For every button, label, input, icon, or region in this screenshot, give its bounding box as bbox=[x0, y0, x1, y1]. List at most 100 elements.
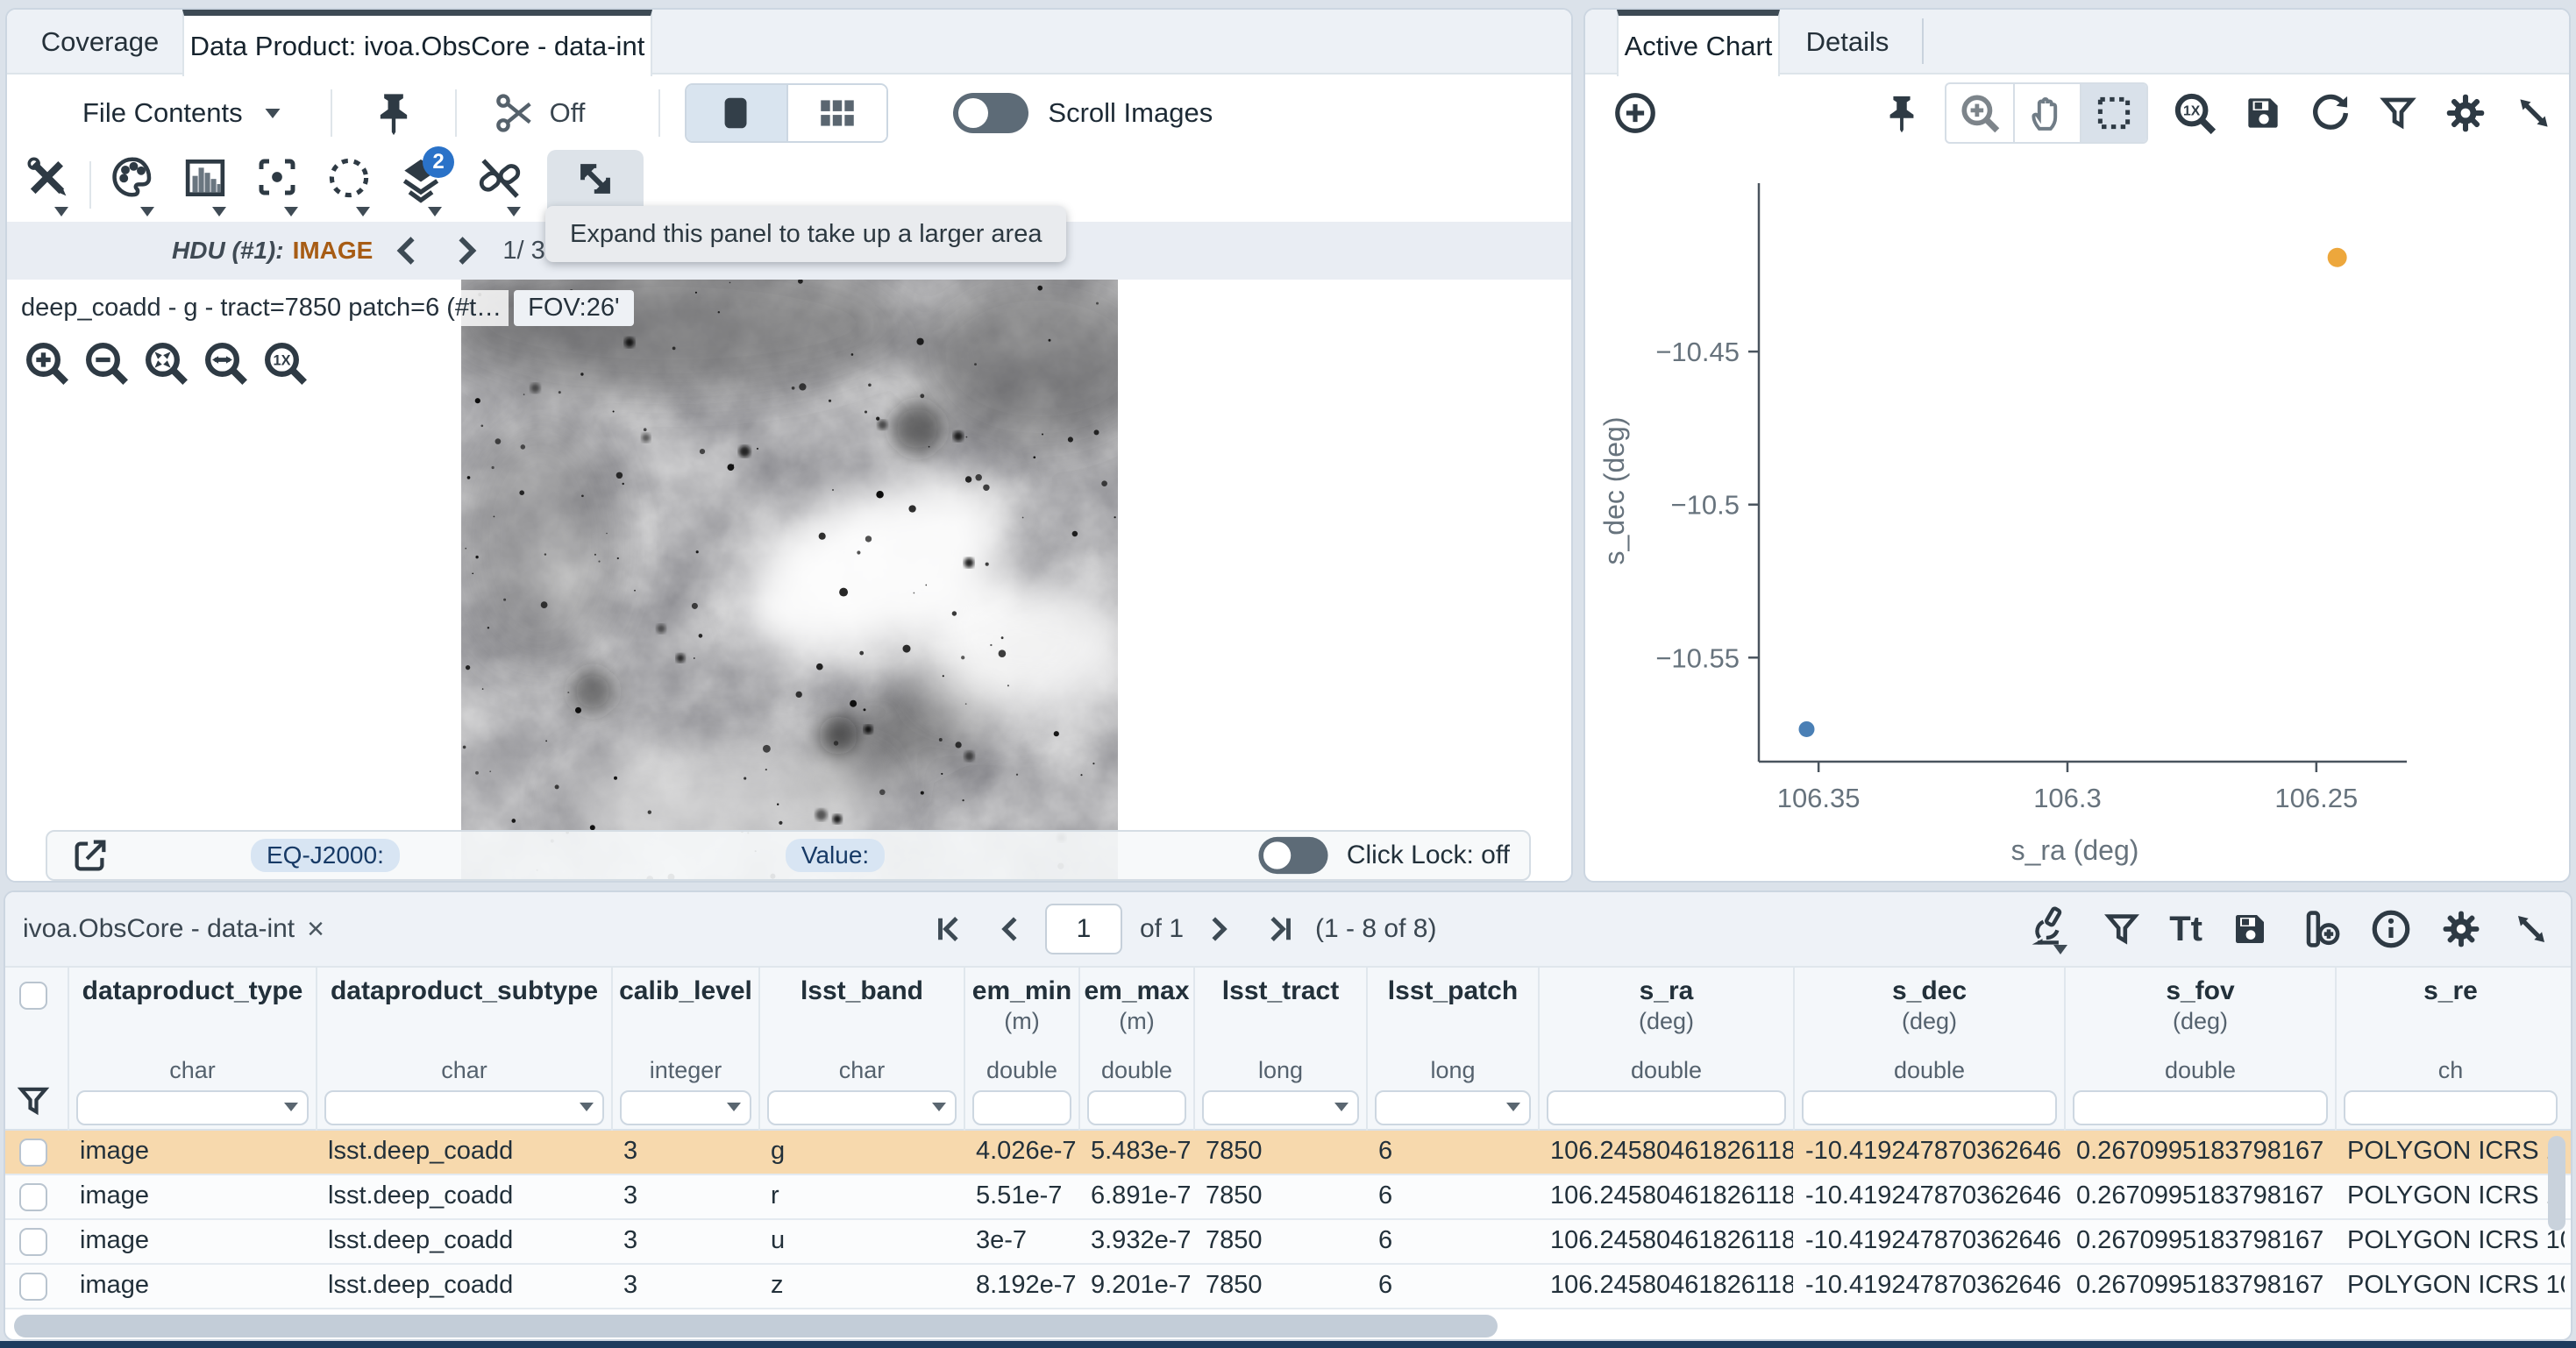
grid-view-button[interactable] bbox=[786, 85, 886, 141]
crop-off-label[interactable]: Off bbox=[550, 97, 586, 129]
pin-icon[interactable] bbox=[371, 88, 416, 138]
tools-icon[interactable] bbox=[19, 150, 75, 220]
row-checkbox[interactable] bbox=[19, 1228, 47, 1256]
chart-point-table-data[interactable] bbox=[1799, 721, 1815, 737]
column-header-em_max[interactable]: em_max(m)double bbox=[1078, 968, 1193, 1131]
select-mode-icon[interactable] bbox=[2080, 84, 2146, 142]
row-checkbox[interactable] bbox=[19, 1139, 47, 1167]
click-lock-toggle[interactable] bbox=[1258, 837, 1327, 874]
hdu-next-icon[interactable] bbox=[446, 231, 485, 270]
cell-lsst_tract: 7850 bbox=[1193, 1220, 1366, 1265]
filter-s_dec[interactable] bbox=[1802, 1090, 2057, 1125]
cell-lsst_patch: 6 bbox=[1366, 1131, 1538, 1175]
zoom-fill-icon[interactable] bbox=[198, 336, 253, 390]
info-icon[interactable] bbox=[2369, 907, 2413, 951]
astronomical-image[interactable] bbox=[461, 280, 1118, 881]
filter-row-icon[interactable] bbox=[14, 1082, 53, 1120]
tab-active-chart[interactable]: Active Chart bbox=[1617, 10, 1780, 76]
image-viewer[interactable]: deep_coadd - g - tract=7850 patch=6 (#t…… bbox=[7, 280, 1571, 881]
table-row[interactable]: imagelsst.deep_coadd3g4.026e-75.483e-778… bbox=[5, 1131, 2571, 1175]
restore-icon[interactable] bbox=[2308, 90, 2353, 136]
horizontal-scrollbar[interactable] bbox=[14, 1315, 1498, 1337]
hdu-prev-icon[interactable] bbox=[388, 231, 427, 270]
page-next-icon[interactable] bbox=[1201, 912, 1235, 946]
table-row[interactable]: imagelsst.deep_coadd3u3e-73.932e-7785061… bbox=[5, 1220, 2571, 1265]
single-view-button[interactable] bbox=[687, 85, 786, 141]
scroll-images-toggle[interactable] bbox=[953, 93, 1028, 133]
filter-lsst_tract[interactable] bbox=[1202, 1090, 1359, 1125]
tab-data-product[interactable]: Data Product: ivoa.ObsCore - data-int bbox=[182, 10, 652, 76]
column-header-s_ra[interactable]: s_ra(deg)double bbox=[1538, 968, 1793, 1131]
scatter-chart[interactable]: −10.45−10.5−10.55106.35106.3106.25s_ra (… bbox=[1585, 148, 2569, 879]
zoom-in-icon[interactable] bbox=[19, 336, 74, 390]
file-contents-dropdown[interactable]: File Contents bbox=[82, 97, 243, 129]
tab-coverage[interactable]: Coverage bbox=[19, 10, 181, 74]
table-row[interactable]: imagelsst.deep_coadd3z8.192e-79.201e-778… bbox=[5, 1265, 2571, 1309]
histogram-stretch-icon[interactable] bbox=[177, 150, 233, 220]
row-checkbox[interactable] bbox=[19, 1183, 47, 1211]
expand-table-icon[interactable] bbox=[2509, 907, 2553, 951]
page-first-icon[interactable] bbox=[931, 911, 968, 947]
column-header-s_fov[interactable]: s_fov(deg)double bbox=[2064, 968, 2335, 1131]
column-header-dataproduct_subtype[interactable]: dataproduct_subtypechar bbox=[316, 968, 611, 1131]
save-icon[interactable] bbox=[2241, 91, 2285, 135]
column-header-em_min[interactable]: em_min(m)double bbox=[964, 968, 1078, 1131]
expand-chart-icon[interactable] bbox=[2511, 90, 2557, 136]
settings-gear-icon[interactable] bbox=[2439, 907, 2483, 951]
zoom-1x-icon[interactable] bbox=[258, 336, 312, 390]
page-last-icon[interactable] bbox=[1261, 911, 1298, 947]
add-column-icon[interactable] bbox=[2297, 906, 2343, 952]
filter-lsst_patch[interactable] bbox=[1375, 1090, 1531, 1125]
select-region-icon[interactable] bbox=[321, 150, 377, 220]
save-icon[interactable] bbox=[2229, 908, 2271, 950]
page-number-input[interactable] bbox=[1045, 904, 1122, 954]
filter-icon[interactable] bbox=[2101, 908, 2143, 950]
row-checkbox[interactable] bbox=[19, 1273, 47, 1301]
column-header-calib_level[interactable]: calib_levelinteger bbox=[611, 968, 758, 1131]
filter-s_ra[interactable] bbox=[1547, 1090, 1786, 1125]
zoom-fit-icon[interactable] bbox=[139, 336, 193, 390]
layers-icon[interactable]: 2 bbox=[393, 150, 449, 220]
settings-gear-icon[interactable] bbox=[2443, 90, 2488, 136]
pin-icon[interactable] bbox=[1882, 90, 1922, 136]
zoom-original-icon[interactable] bbox=[2171, 89, 2218, 137]
column-header-dataproduct_type[interactable]: dataproduct_typechar bbox=[68, 968, 316, 1131]
cell-dataproduct_subtype: lsst.deep_coadd bbox=[316, 1175, 611, 1220]
zoom-out-icon[interactable] bbox=[79, 336, 133, 390]
inspect-icon[interactable] bbox=[2022, 900, 2074, 958]
vertical-scrollbar[interactable] bbox=[2548, 1136, 2565, 1231]
unlink-wcs-icon[interactable] bbox=[472, 150, 528, 220]
external-frame-icon[interactable] bbox=[70, 835, 110, 876]
filter-dataproduct_subtype[interactable] bbox=[324, 1090, 604, 1125]
color-palette-icon[interactable] bbox=[105, 150, 161, 220]
tab-details[interactable]: Details bbox=[1782, 10, 1913, 74]
filter-dataproduct_type[interactable] bbox=[76, 1090, 309, 1125]
column-header-s_re[interactable]: s_rech bbox=[2335, 968, 2565, 1131]
select-all-checkbox[interactable] bbox=[19, 982, 47, 1010]
column-header-lsst_tract[interactable]: lsst_tractlong bbox=[1193, 968, 1366, 1131]
chevron-down-icon[interactable] bbox=[265, 108, 280, 117]
table-tab-close-icon[interactable]: × bbox=[307, 912, 324, 947]
add-chart-icon[interactable] bbox=[1612, 89, 1659, 137]
filter-icon[interactable] bbox=[2376, 91, 2420, 135]
column-header-lsst_band[interactable]: lsst_bandchar bbox=[758, 968, 964, 1131]
table-rows: imagelsst.deep_coadd3g4.026e-75.483e-778… bbox=[5, 1131, 2571, 1313]
cell-calib_level: 3 bbox=[611, 1175, 758, 1220]
filter-s_re[interactable] bbox=[2344, 1090, 2558, 1125]
scissors-icon[interactable] bbox=[492, 90, 537, 136]
table-tab-label[interactable]: ivoa.ObsCore - data-int bbox=[23, 914, 295, 944]
column-header-s_dec[interactable]: s_dec(deg)double bbox=[1793, 968, 2064, 1131]
chart-point-highlighted-row[interactable] bbox=[2328, 248, 2347, 267]
page-prev-icon[interactable] bbox=[994, 912, 1028, 946]
table-row[interactable]: imagelsst.deep_coadd3r5.51e-76.891e-7785… bbox=[5, 1175, 2571, 1220]
filter-em_max[interactable] bbox=[1087, 1090, 1186, 1125]
column-header-lsst_patch[interactable]: lsst_patchlong bbox=[1366, 968, 1538, 1131]
filter-lsst_band[interactable] bbox=[767, 1090, 957, 1125]
zoom-mode-icon[interactable] bbox=[1946, 84, 2013, 142]
text-view-icon[interactable]: Tt bbox=[2169, 910, 2202, 949]
filter-s_fov[interactable] bbox=[2073, 1090, 2328, 1125]
recenter-icon[interactable] bbox=[249, 150, 305, 220]
filter-em_min[interactable] bbox=[972, 1090, 1071, 1125]
pan-mode-icon[interactable] bbox=[2013, 84, 2080, 142]
filter-calib_level[interactable] bbox=[620, 1090, 751, 1125]
